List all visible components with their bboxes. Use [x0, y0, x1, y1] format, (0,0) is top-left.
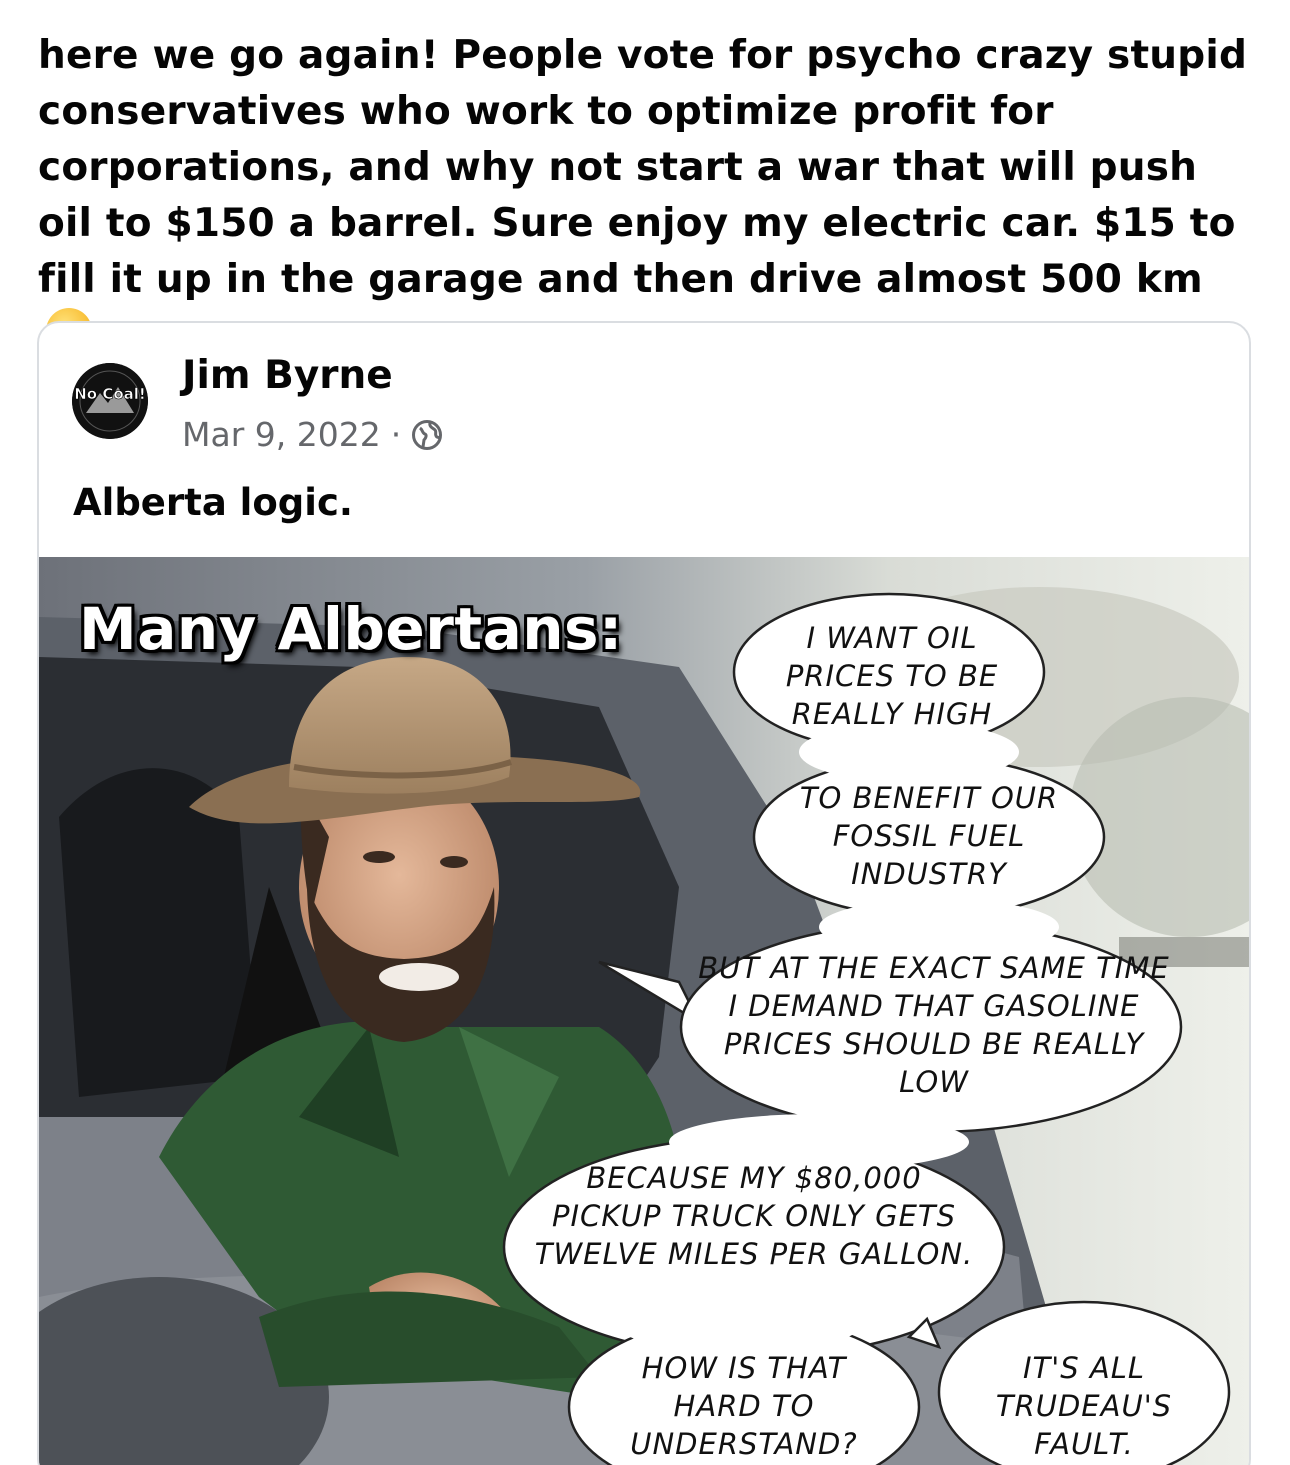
avatar-logo-text: No Coal!: [74, 385, 146, 403]
post-caption: Alberta logic.: [73, 481, 353, 524]
post-body-text: here we go again! People vote for psycho…: [38, 28, 1253, 364]
meme-image[interactable]: Many Albertans: I want oil prices to be …: [39, 557, 1249, 1465]
globe-icon: [411, 419, 443, 451]
meta-separator: ·: [390, 415, 402, 454]
speech-bubble-text: To benefit our fossil fuel industry: [799, 781, 1059, 891]
meme-title: Many Albertans:: [79, 595, 623, 663]
post-body-text-content: here we go again! People vote for psycho…: [38, 33, 1248, 302]
avatar[interactable]: No Coal!: [72, 363, 148, 439]
post-date[interactable]: Mar 9, 2022: [182, 415, 381, 454]
speech-bubble-text: Because my $80,000 pickup truck only get…: [534, 1161, 974, 1271]
post-meta: Mar 9, 2022 ·: [182, 415, 443, 454]
no-coal-logo: No Coal!: [72, 363, 148, 439]
speech-bubble-text: It's all Trudeau's fault.: [995, 1351, 1173, 1461]
shared-post-card[interactable]: No Coal! Jim Byrne Mar 9, 2022 · Alberta…: [37, 321, 1251, 1465]
speech-bubble-text: How is that hard to understand?: [630, 1351, 858, 1461]
speech-bubble-text: But at the exact same time I demand that…: [698, 951, 1170, 1099]
speech-bubble-text: I want oil prices to be really high: [785, 621, 999, 731]
author-name[interactable]: Jim Byrne: [182, 353, 393, 398]
